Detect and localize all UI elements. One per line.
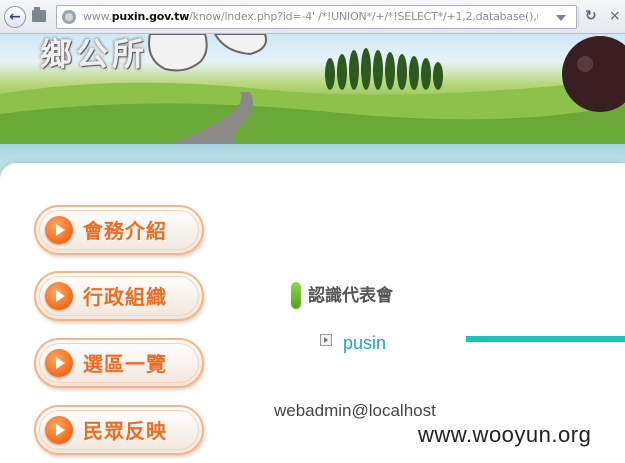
page-icon[interactable] <box>32 7 46 22</box>
divider-line <box>466 336 625 342</box>
nav-label: 民眾反映 <box>83 419 167 443</box>
url-domain: puxin.gov.tw <box>111 10 190 23</box>
url-prefix: www. <box>83 10 112 23</box>
play-icon <box>45 349 73 377</box>
chevron-right-icon <box>320 334 332 346</box>
nav-button-council-intro[interactable]: 會務介紹 <box>34 205 204 255</box>
nav-label: 行政組織 <box>83 285 167 309</box>
injected-result-text: webadmin@localhost <box>274 401 436 420</box>
toolbar-divider <box>578 7 579 27</box>
section-title: 認識代表會 <box>308 286 393 306</box>
play-icon <box>45 416 73 444</box>
refresh-icon[interactable]: ↻ <box>585 8 601 24</box>
address-bar[interactable]: www.puxin.gov.tw/know/index.php?id=-4' /… <box>56 5 577 29</box>
url-path: /know/index.php?id=-4' /*!UNION*/+/*!SEL… <box>189 10 538 23</box>
play-icon <box>45 282 73 310</box>
browser-toolbar: ← www.puxin.gov.tw/know/index.php?id=-4'… <box>0 0 625 34</box>
play-icon <box>45 216 73 244</box>
nav-button-admin-org[interactable]: 行政組織 <box>34 271 204 321</box>
nav-button-districts[interactable]: 選區一覽 <box>34 338 204 388</box>
nav-label: 選區一覽 <box>83 352 167 376</box>
section-marker <box>291 282 301 309</box>
watermark: www.wooyun.org <box>418 422 592 447</box>
header-banner: 鄉公所 <box>0 34 625 144</box>
nav-button-feedback[interactable]: 民眾反映 <box>34 405 204 455</box>
globe-icon <box>62 10 76 24</box>
back-button[interactable]: ← <box>4 6 26 28</box>
arrow-left-icon: ← <box>9 9 21 25</box>
close-icon[interactable]: × <box>609 7 623 25</box>
url-text[interactable]: www.puxin.gov.tw/know/index.php?id=-4' /… <box>83 10 538 24</box>
nav-label: 會務介紹 <box>83 219 167 243</box>
banner-title: 鄉公所 <box>40 35 149 73</box>
chevron-down-icon[interactable] <box>556 15 566 21</box>
result-link[interactable]: pusin <box>343 331 386 355</box>
